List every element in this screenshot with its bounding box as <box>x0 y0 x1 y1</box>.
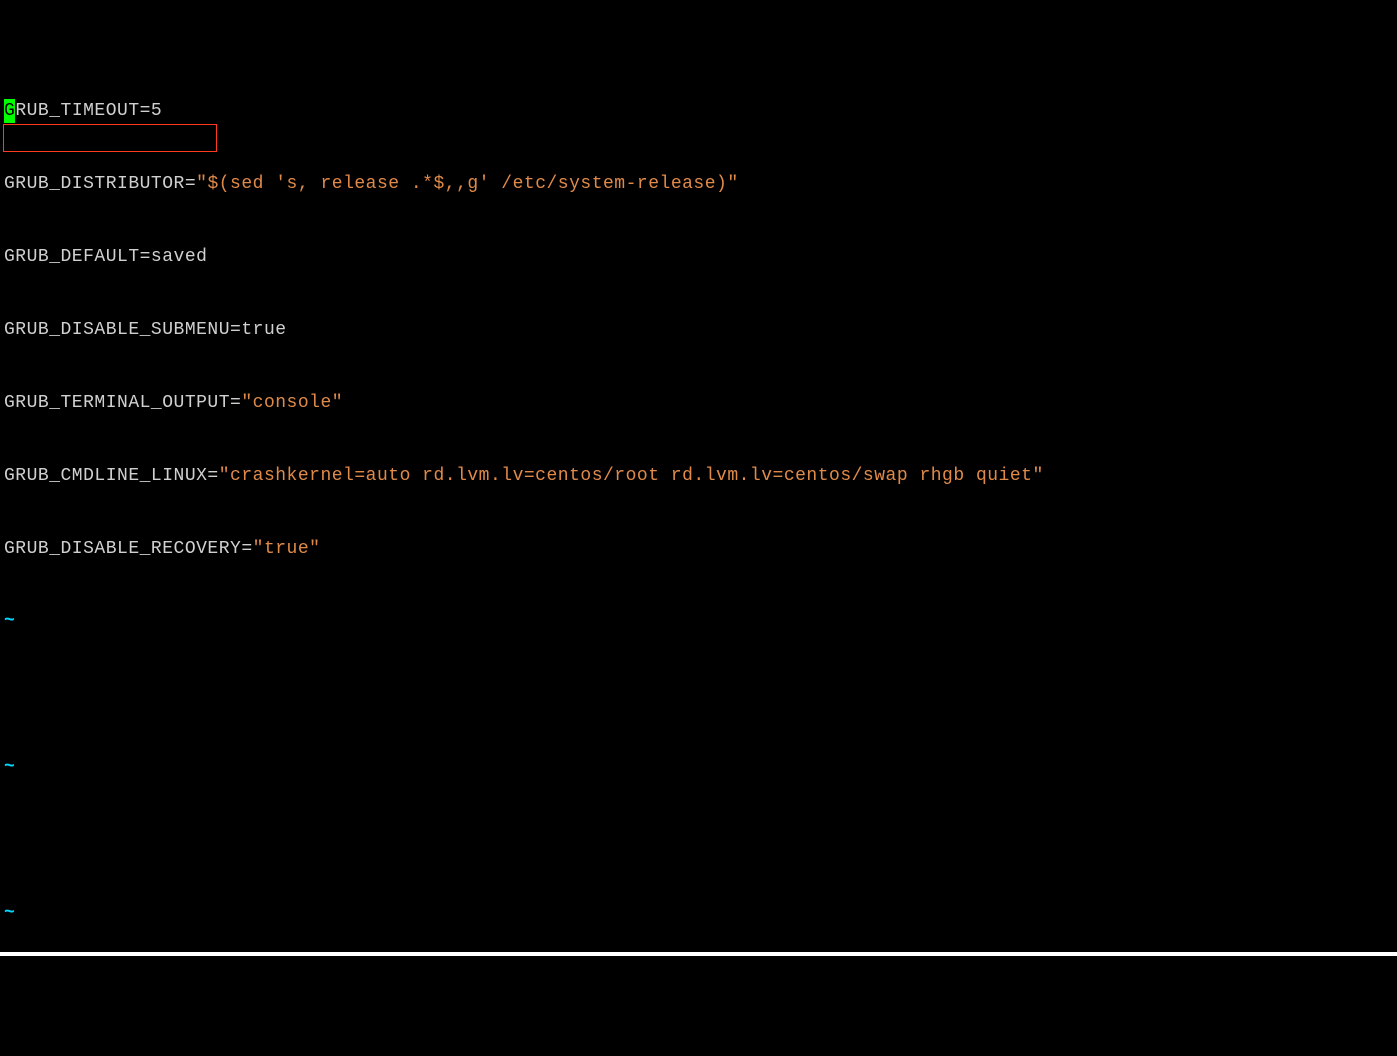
config-line-timeout: GRUB_TIMEOUT=5 <box>4 1055 1393 1056</box>
config-line-cmdline-linux: GRUB_CMDLINE_LINUX="crashkernel=auto rd.… <box>4 464 1393 488</box>
config-line-default: GRUB_DEFAULT=saved <box>4 245 1393 269</box>
text: GRUB_DISABLE_SUBMENU=true <box>4 320 287 340</box>
key: GRUB_TERMINAL_OUTPUT= <box>4 393 241 413</box>
cursor-icon: G <box>4 99 15 123</box>
highlight-box-cmdline-key <box>3 124 217 152</box>
config-line-timeout: GRUB_TIMEOUT=5 <box>4 99 1393 123</box>
value: "crashkernel=auto rd.lvm.lv=centos/root … <box>219 466 1044 486</box>
vim-tilde-line: ~ <box>4 755 1393 779</box>
vim-tilde-line: ~ <box>4 609 1393 633</box>
value: "$(sed 's, release .*$,,g' /etc/system-r… <box>196 174 738 194</box>
config-line-disable-submenu: GRUB_DISABLE_SUBMENU=true <box>4 318 1393 342</box>
terminal-block-edited[interactable]: GRUB_TIMEOUT=5 GRUB_DISTRIBUTOR="$(sed '… <box>0 956 1397 1056</box>
text: GRUB_DEFAULT=saved <box>4 247 207 267</box>
value: "true" <box>253 539 321 559</box>
value: "console" <box>241 393 343 413</box>
text: RUB_TIMEOUT=5 <box>15 101 162 121</box>
blank-line <box>4 828 1393 852</box>
blank-line <box>4 682 1393 706</box>
key: GRUB_DISTRIBUTOR= <box>4 174 196 194</box>
terminal-block-original[interactable]: GRUB_TIMEOUT=5 GRUB_DISTRIBUTOR="$(sed '… <box>0 0 1397 952</box>
config-line-disable-recovery: GRUB_DISABLE_RECOVERY="true" <box>4 537 1393 561</box>
config-line-distributor: GRUB_DISTRIBUTOR="$(sed 's, release .*$,… <box>4 172 1393 196</box>
config-line-terminal-output: GRUB_TERMINAL_OUTPUT="console" <box>4 391 1393 415</box>
key: GRUB_DISABLE_RECOVERY= <box>4 539 253 559</box>
vim-tilde-line: ~ <box>4 901 1393 925</box>
key: GRUB_CMDLINE_LINUX= <box>4 466 219 486</box>
